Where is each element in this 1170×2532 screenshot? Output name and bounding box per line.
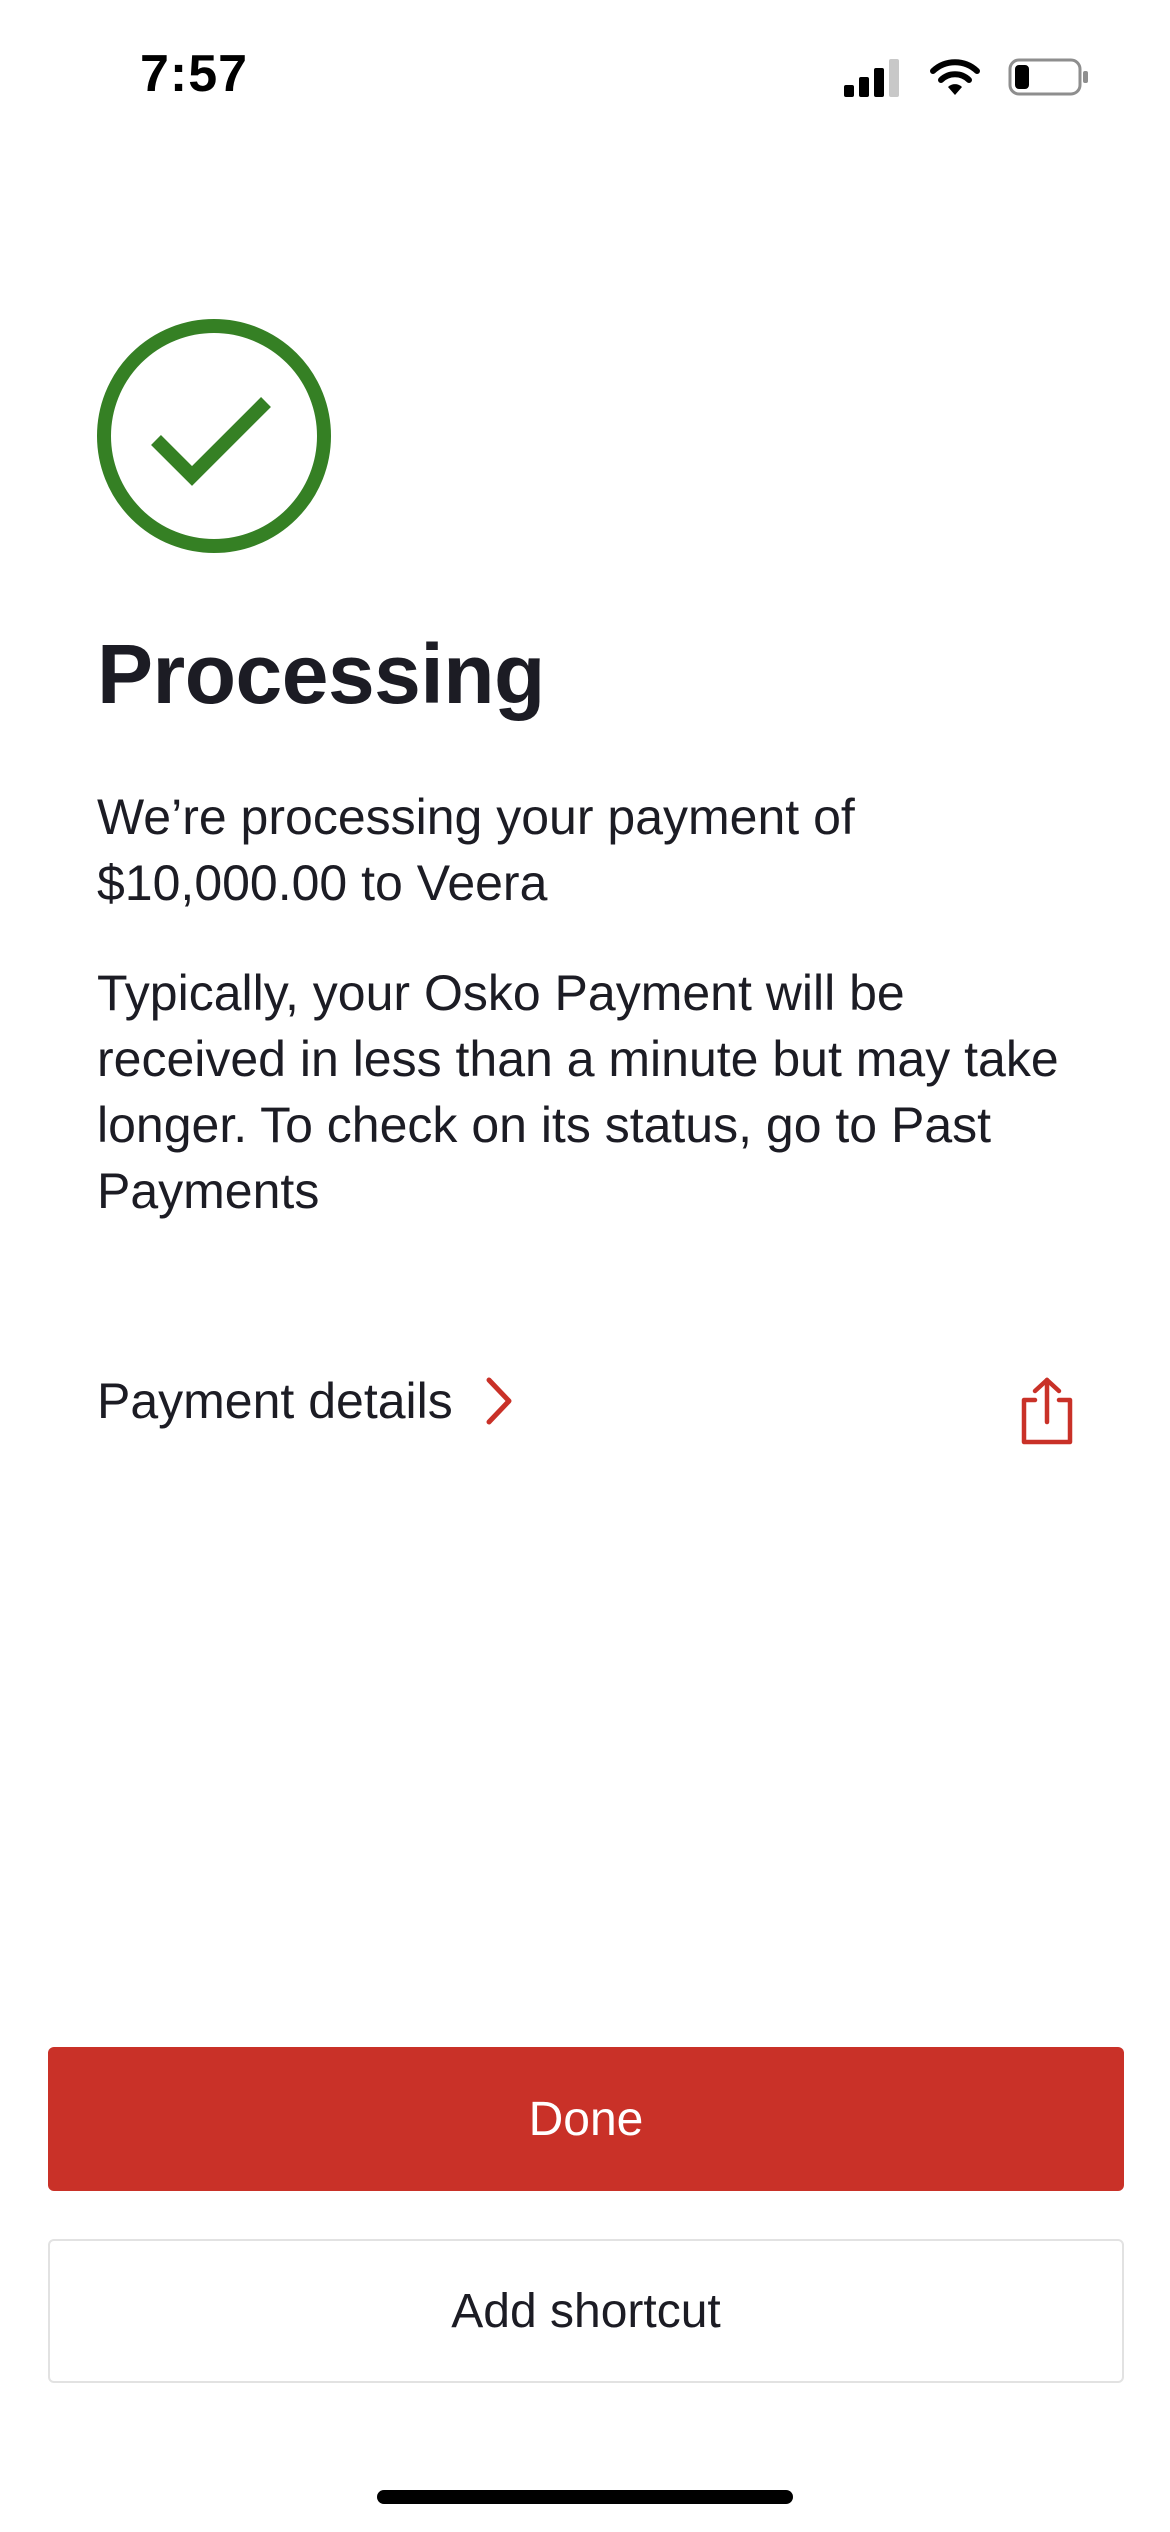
wifi-icon — [928, 57, 982, 102]
home-indicator[interactable] — [377, 2490, 793, 2504]
payment-details-link[interactable]: Payment details — [97, 1372, 513, 1430]
payment-info: Typically, your Osko Payment will be rec… — [97, 965, 1059, 1219]
status-time: 7:57 — [140, 45, 249, 103]
page-title: Processing — [97, 627, 545, 721]
status-bar: 7:57 — [0, 0, 1170, 150]
battery-icon — [1008, 57, 1090, 102]
payment-message: We’re processing your payment of $10,000… — [97, 789, 855, 911]
chevron-right-icon — [483, 1376, 513, 1426]
done-button[interactable]: Done — [48, 2047, 1124, 2191]
status-icons — [844, 54, 1090, 104]
payment-details-label: Payment details — [97, 1373, 453, 1429]
share-icon — [1012, 1377, 1082, 1450]
add-shortcut-button[interactable]: Add shortcut — [48, 2239, 1124, 2383]
share-button[interactable] — [1012, 1376, 1082, 1446]
cellular-signal-icon — [844, 57, 902, 102]
success-checkmark-icon — [94, 316, 334, 556]
